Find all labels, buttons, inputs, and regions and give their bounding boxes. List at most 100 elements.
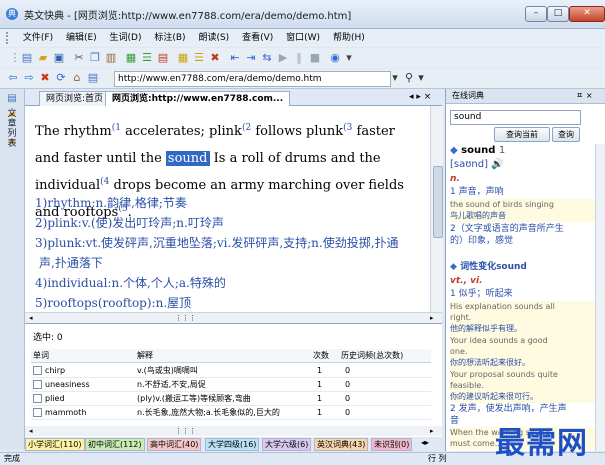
- dict-pin-close[interactable]: ㅍ ×: [576, 89, 593, 103]
- minimize-button[interactable]: –: [525, 6, 547, 22]
- format-icon[interactable]: ☰: [192, 51, 206, 65]
- article-list-label[interactable]: 文章列表: [7, 109, 17, 149]
- tab-nav-controls[interactable]: ◂ ▸ ×: [409, 92, 431, 102]
- refresh-icon[interactable]: ⟳: [54, 71, 68, 85]
- menu-file[interactable]: 文件(F): [18, 29, 58, 47]
- note-rhythm: 1)rhythm:n.韵律,格律;节奏: [35, 196, 187, 210]
- dict-def-2b: 的）印象，感觉: [450, 236, 514, 246]
- menu-edit[interactable]: 编辑(E): [61, 29, 102, 47]
- read-icon[interactable]: ⇤: [228, 51, 242, 65]
- search-dropdown-icon[interactable]: ▾: [414, 71, 428, 85]
- dropdown-icon[interactable]: ▾: [342, 51, 356, 65]
- dict-def-3: 1 似乎；听起来: [450, 289, 513, 299]
- read-prev-icon[interactable]: ⇆: [260, 51, 274, 65]
- col-history[interactable]: 历史词频(总次数): [341, 349, 403, 362]
- forward-icon[interactable]: ⇨: [22, 71, 36, 85]
- highlight-icon[interactable]: ▦: [176, 51, 190, 65]
- dict-def-4: 2 发声，使发出声响，产生声: [450, 404, 567, 414]
- menu-mark[interactable]: 标注(B): [149, 29, 190, 47]
- menu-read[interactable]: 朗读(S): [193, 29, 234, 47]
- row-checkbox[interactable]: [33, 394, 42, 403]
- mark-red-icon[interactable]: ▤: [156, 51, 170, 65]
- pause-icon[interactable]: ‖: [292, 51, 306, 65]
- home-icon[interactable]: ⌂: [70, 71, 84, 85]
- favorite-icon[interactable]: ▤: [86, 71, 100, 85]
- web-content[interactable]: The rhythm(1 accelerates; plink(2 follow…: [25, 106, 430, 312]
- cat-junior[interactable]: 初中词汇(112): [85, 438, 145, 451]
- cat-primary[interactable]: 小学词汇(110): [25, 438, 85, 451]
- save-icon[interactable]: ▣: [52, 51, 66, 65]
- read-from-icon[interactable]: ⇥: [244, 51, 258, 65]
- table-row[interactable]: mammoth n.长毛象,庞然大物;a.长毛象似的,巨大的 1 0: [31, 406, 431, 420]
- note-ref-3[interactable]: (3: [343, 123, 352, 133]
- toolbar: ⋮ ▤ ▰ ▣ ✂ ❐ ▥ ▦ ☰ ▤ ▦ ☰ ✖ ⇤ ⇥ ⇆ ▶ ‖ ■ ◉ …: [0, 48, 605, 68]
- dict-section-inflection: ◆ 词性变化sound: [450, 262, 527, 272]
- query-button[interactable]: 查询: [552, 127, 580, 142]
- query-current-button[interactable]: 查询当前: [494, 127, 550, 142]
- row-checkbox[interactable]: [33, 366, 42, 375]
- note-ref-2[interactable]: (2: [242, 123, 251, 133]
- mark-list-icon[interactable]: ☰: [140, 51, 154, 65]
- url-input[interactable]: http://www.en7788.com/era/demo/demo.htm: [114, 71, 391, 87]
- watermark-logo: 最需网: [495, 426, 588, 461]
- col-word[interactable]: 单词: [33, 349, 49, 362]
- note-ref-4[interactable]: (4: [100, 177, 109, 187]
- speaker-icon[interactable]: 🔊: [488, 159, 503, 170]
- toolbar-grip[interactable]: [6, 32, 11, 44]
- new-icon[interactable]: ▤: [20, 51, 34, 65]
- maximize-button[interactable]: □: [547, 6, 569, 22]
- stop-icon[interactable]: ✖: [38, 71, 52, 85]
- row-checkbox[interactable]: [33, 408, 42, 417]
- menu-help[interactable]: 帮助(H): [328, 29, 370, 47]
- dict-def-1: 1 声音，声响: [450, 187, 504, 197]
- menu-vocab[interactable]: 生词(D): [105, 29, 147, 47]
- selected-word[interactable]: sound: [165, 151, 210, 166]
- tab-home[interactable]: 网页浏览:首页: [39, 91, 111, 106]
- note-ref-1[interactable]: (1: [112, 123, 121, 133]
- dict-phonetic: [saʊnd] 🔊: [450, 159, 504, 170]
- copy-icon[interactable]: ❐: [88, 51, 102, 65]
- dict-example-1-cn: 鸟儿歌唱的声音: [450, 210, 600, 222]
- dict-scrollbar[interactable]: [595, 144, 605, 451]
- note-plunk: 3)plunk:vt.使发砰声,沉重地坠落;vi.发砰砰声,支持;n.使劲投掷,…: [35, 236, 399, 250]
- note-plink: 2)plink:v.(使)发出叮玲声;n.叮玲声: [35, 216, 224, 230]
- table-row[interactable]: chirp v.(鸟或虫)啁啁叫 1 0: [31, 364, 431, 378]
- mark-green-icon[interactable]: ▦: [124, 51, 138, 65]
- dict-pos-verb: vt., vi.: [450, 276, 483, 286]
- dict-search-input[interactable]: sound: [450, 110, 581, 125]
- play-icon[interactable]: ▶: [276, 51, 290, 65]
- vocab-horizontal-scrollbar[interactable]: ◂ ⋮⋮⋮ ▸: [25, 426, 442, 436]
- dict-example-4-cn: 你的想法听起来很好。: [450, 357, 600, 369]
- table-row[interactable]: uneasiness n.不舒适,不安,局促 1 0: [31, 378, 431, 392]
- menu-view[interactable]: 查看(V): [237, 29, 278, 47]
- cat-nav-icon[interactable]: ◂▸: [421, 438, 429, 447]
- menu-window[interactable]: 窗口(W): [281, 29, 325, 47]
- scroll-thumb[interactable]: [433, 166, 443, 238]
- cat-unknown[interactable]: 未识别(0): [371, 438, 413, 451]
- col-times[interactable]: 次数: [313, 349, 329, 362]
- col-definition[interactable]: 解释: [137, 349, 153, 362]
- help-icon[interactable]: ◉: [328, 51, 342, 65]
- cat-senior[interactable]: 高中词汇(40): [147, 438, 202, 451]
- cat-cet4[interactable]: 大学四级(16): [205, 438, 260, 451]
- status-text: 完成: [4, 454, 20, 463]
- cat-dictionary[interactable]: 英汉词典(43): [314, 438, 369, 451]
- open-folder-icon[interactable]: ▰: [36, 51, 50, 65]
- app-icon: 典: [6, 8, 18, 20]
- cat-cet6[interactable]: 大学六级(6): [262, 438, 312, 451]
- tab-demo-page[interactable]: 网页浏览:http://www.en7788.com...: [105, 91, 291, 107]
- content-vertical-scrollbar[interactable]: [430, 106, 443, 312]
- stop-icon[interactable]: ■: [308, 51, 322, 65]
- row-checkbox[interactable]: [33, 380, 42, 389]
- url-dropdown-icon[interactable]: ▾: [388, 71, 402, 85]
- table-row[interactable]: plied (ply)v.(搬运工等)等候顾客,弯曲 1 0: [31, 392, 431, 406]
- paste-icon[interactable]: ▥: [104, 51, 118, 65]
- cut-icon[interactable]: ✂: [72, 51, 86, 65]
- back-icon[interactable]: ⇦: [6, 71, 20, 85]
- dict-pos-noun: n.: [450, 174, 460, 184]
- content-horizontal-scrollbar[interactable]: ◂ ⋮⋮⋮ ▸: [25, 312, 442, 323]
- dict-def-2: 2（文字或语言的声音所产生: [450, 224, 564, 234]
- clear-icon[interactable]: ✖: [208, 51, 222, 65]
- article-list-icon[interactable]: ▤: [6, 93, 18, 105]
- close-button[interactable]: ✕: [569, 6, 605, 22]
